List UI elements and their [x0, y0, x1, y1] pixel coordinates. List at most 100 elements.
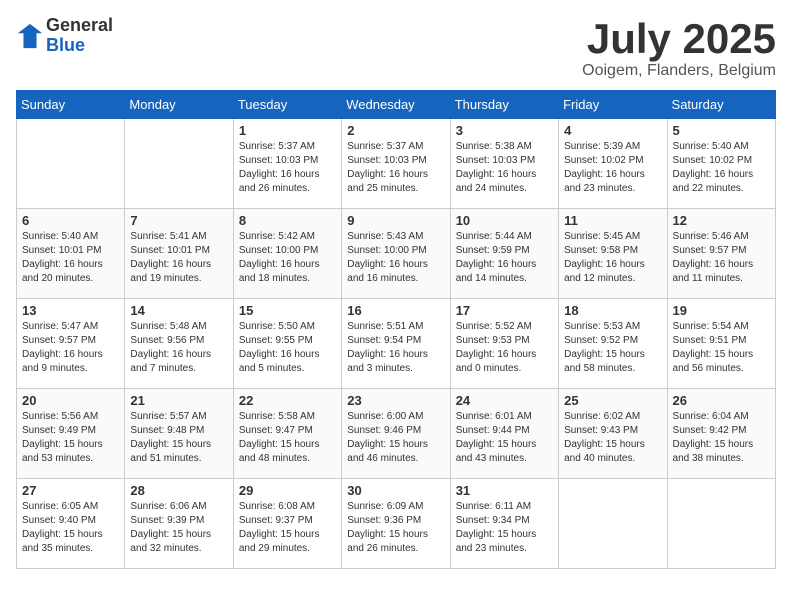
day-info: Sunrise: 5:53 AM Sunset: 9:52 PM Dayligh… [564, 320, 661, 376]
calendar-cell [125, 119, 233, 209]
day-number: 29 [239, 483, 336, 498]
day-number: 14 [130, 303, 227, 318]
calendar-week-1: 1 Sunrise: 5:37 AM Sunset: 10:03 PM Dayli… [17, 119, 776, 209]
calendar-cell: 30Sunrise: 6:09 AM Sunset: 9:36 PM Dayli… [342, 479, 450, 569]
calendar-cell: 25 Sunrise: 6:02 AM Sunset: 9:43 PM Dayli… [559, 389, 667, 479]
day-number: 31 [456, 483, 553, 498]
calendar-cell: 22 Sunrise: 5:58 AM Sunset: 9:47 PM Dayli… [233, 389, 341, 479]
day-info: Sunrise: 5:57 AM Sunset: 9:48 PM Dayligh… [130, 410, 227, 466]
calendar-week-3: 13 Sunrise: 5:47 AM Sunset: 9:57 PM Dayli… [17, 299, 776, 389]
day-number: 11 [564, 213, 661, 228]
calendar-cell: 4 Sunrise: 5:39 AM Sunset: 10:02 PM Dayli… [559, 119, 667, 209]
calendar-cell: 29 Sunrise: 6:08 AM Sunset: 9:37 PM Dayli… [233, 479, 341, 569]
calendar-cell [17, 119, 125, 209]
day-info: Sunrise: 5:50 AM Sunset: 9:55 PM Dayligh… [239, 320, 336, 376]
weekday-header-monday: Monday [125, 91, 233, 119]
day-info: Sunrise: 5:58 AM Sunset: 9:47 PM Dayligh… [239, 410, 336, 466]
day-info: Sunrise: 5:44 AM Sunset: 9:59 PM Dayligh… [456, 230, 553, 286]
calendar-cell: 20Sunrise: 5:56 AM Sunset: 9:49 PM Dayli… [17, 389, 125, 479]
calendar-cell [559, 479, 667, 569]
weekday-header-friday: Friday [559, 91, 667, 119]
day-info: Sunrise: 6:01 AM Sunset: 9:44 PM Dayligh… [456, 410, 553, 466]
calendar-cell: 11 Sunrise: 5:45 AM Sunset: 9:58 PM Dayli… [559, 209, 667, 299]
calendar-cell: 3 Sunrise: 5:38 AM Sunset: 10:03 PM Dayli… [450, 119, 558, 209]
day-info: Sunrise: 5:40 AM Sunset: 10:02 PM Daylig… [673, 140, 770, 196]
calendar-cell: 27Sunrise: 6:05 AM Sunset: 9:40 PM Dayli… [17, 479, 125, 569]
day-info: Sunrise: 6:05 AM Sunset: 9:40 PM Dayligh… [22, 500, 119, 556]
logo-icon [16, 22, 44, 50]
calendar-cell: 8 Sunrise: 5:42 AM Sunset: 10:00 PM Dayli… [233, 209, 341, 299]
calendar-cell: 1Sunrise: 5:37 AM Sunset: 10:03 PM Dayli… [233, 119, 341, 209]
logo: General Blue [16, 16, 113, 56]
day-number: 25 [564, 393, 661, 408]
calendar-week-2: 6 Sunrise: 5:40 AM Sunset: 10:01 PM Dayli… [17, 209, 776, 299]
weekday-header-saturday: Saturday [667, 91, 775, 119]
calendar-cell: 9 Sunrise: 5:43 AM Sunset: 10:00 PM Dayli… [342, 209, 450, 299]
day-info: Sunrise: 5:43 AM Sunset: 10:00 PM Daylig… [347, 230, 444, 286]
day-number: 18 [564, 303, 661, 318]
day-number: 20 [22, 393, 119, 408]
day-number: 12 [673, 213, 770, 228]
calendar-cell: 10 Sunrise: 5:44 AM Sunset: 9:59 PM Dayli… [450, 209, 558, 299]
day-number: 6 [22, 213, 119, 228]
day-number: 22 [239, 393, 336, 408]
day-number: 16 [347, 303, 444, 318]
weekday-header-thursday: Thursday [450, 91, 558, 119]
day-number: 1 [239, 123, 336, 138]
day-info: Sunrise: 5:45 AM Sunset: 9:58 PM Dayligh… [564, 230, 661, 286]
calendar-cell: 14 Sunrise: 5:48 AM Sunset: 9:56 PM Dayli… [125, 299, 233, 389]
calendar-cell: 28Sunrise: 6:06 AM Sunset: 9:39 PM Dayli… [125, 479, 233, 569]
day-number: 7 [130, 213, 227, 228]
calendar-cell: 23Sunrise: 6:00 AM Sunset: 9:46 PM Dayli… [342, 389, 450, 479]
location-title: Ooigem, Flanders, Belgium [582, 62, 776, 80]
calendar-cell: 31 Sunrise: 6:11 AM Sunset: 9:34 PM Dayli… [450, 479, 558, 569]
day-number: 15 [239, 303, 336, 318]
day-info: Sunrise: 5:39 AM Sunset: 10:02 PM Daylig… [564, 140, 661, 196]
day-number: 10 [456, 213, 553, 228]
day-number: 13 [22, 303, 119, 318]
weekday-header-wednesday: Wednesday [342, 91, 450, 119]
weekday-header-sunday: Sunday [17, 91, 125, 119]
day-info: Sunrise: 5:42 AM Sunset: 10:00 PM Daylig… [239, 230, 336, 286]
calendar-cell: 17Sunrise: 5:52 AM Sunset: 9:53 PM Dayli… [450, 299, 558, 389]
calendar-cell: 16 Sunrise: 5:51 AM Sunset: 9:54 PM Dayli… [342, 299, 450, 389]
day-info: Sunrise: 6:08 AM Sunset: 9:37 PM Dayligh… [239, 500, 336, 556]
calendar-week-5: 27Sunrise: 6:05 AM Sunset: 9:40 PM Dayli… [17, 479, 776, 569]
day-number: 3 [456, 123, 553, 138]
day-info: Sunrise: 5:38 AM Sunset: 10:03 PM Daylig… [456, 140, 553, 196]
page-header: General Blue July 2025 Ooigem, Flanders,… [16, 16, 776, 80]
calendar-cell: 26Sunrise: 6:04 AM Sunset: 9:42 PM Dayli… [667, 389, 775, 479]
day-info: Sunrise: 6:11 AM Sunset: 9:34 PM Dayligh… [456, 500, 553, 556]
day-info: Sunrise: 5:46 AM Sunset: 9:57 PM Dayligh… [673, 230, 770, 286]
day-number: 8 [239, 213, 336, 228]
day-number: 4 [564, 123, 661, 138]
calendar-cell: 5Sunrise: 5:40 AM Sunset: 10:02 PM Dayli… [667, 119, 775, 209]
calendar-week-4: 20Sunrise: 5:56 AM Sunset: 9:49 PM Dayli… [17, 389, 776, 479]
weekday-header-row: SundayMondayTuesdayWednesdayThursdayFrid… [17, 91, 776, 119]
day-info: Sunrise: 6:04 AM Sunset: 9:42 PM Dayligh… [673, 410, 770, 466]
day-info: Sunrise: 6:09 AM Sunset: 9:36 PM Dayligh… [347, 500, 444, 556]
calendar-cell: 13 Sunrise: 5:47 AM Sunset: 9:57 PM Dayli… [17, 299, 125, 389]
day-number: 9 [347, 213, 444, 228]
day-info: Sunrise: 6:00 AM Sunset: 9:46 PM Dayligh… [347, 410, 444, 466]
logo-blue: Blue [46, 35, 85, 55]
calendar-cell: 6 Sunrise: 5:40 AM Sunset: 10:01 PM Dayli… [17, 209, 125, 299]
title-block: July 2025 Ooigem, Flanders, Belgium [582, 16, 776, 80]
day-info: Sunrise: 5:47 AM Sunset: 9:57 PM Dayligh… [22, 320, 119, 376]
calendar-cell [667, 479, 775, 569]
day-info: Sunrise: 5:37 AM Sunset: 10:03 PM Daylig… [347, 140, 444, 196]
day-info: Sunrise: 6:06 AM Sunset: 9:39 PM Dayligh… [130, 500, 227, 556]
day-info: Sunrise: 6:02 AM Sunset: 9:43 PM Dayligh… [564, 410, 661, 466]
day-number: 21 [130, 393, 227, 408]
calendar-cell: 19Sunrise: 5:54 AM Sunset: 9:51 PM Dayli… [667, 299, 775, 389]
calendar-cell: 24Sunrise: 6:01 AM Sunset: 9:44 PM Dayli… [450, 389, 558, 479]
day-info: Sunrise: 5:51 AM Sunset: 9:54 PM Dayligh… [347, 320, 444, 376]
calendar-cell: 18 Sunrise: 5:53 AM Sunset: 9:52 PM Dayli… [559, 299, 667, 389]
day-info: Sunrise: 5:40 AM Sunset: 10:01 PM Daylig… [22, 230, 119, 286]
calendar-cell: 2Sunrise: 5:37 AM Sunset: 10:03 PM Dayli… [342, 119, 450, 209]
day-number: 19 [673, 303, 770, 318]
calendar-cell: 12 Sunrise: 5:46 AM Sunset: 9:57 PM Dayli… [667, 209, 775, 299]
logo-general: General [46, 15, 113, 35]
day-info: Sunrise: 5:48 AM Sunset: 9:56 PM Dayligh… [130, 320, 227, 376]
weekday-header-tuesday: Tuesday [233, 91, 341, 119]
